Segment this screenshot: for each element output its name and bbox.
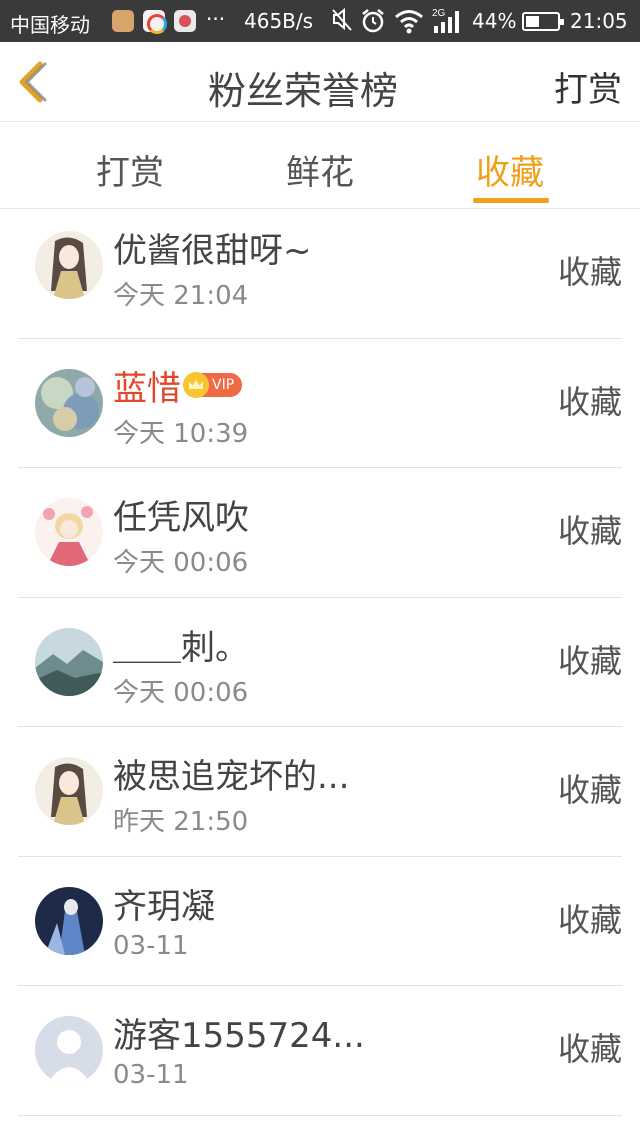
- carrier-label: 中国移动: [10, 13, 90, 37]
- action-label: 收藏: [557, 253, 622, 291]
- app-notification-icon: [174, 10, 196, 32]
- clock: 21:05: [570, 9, 628, 33]
- user-avatar[interactable]: [35, 886, 103, 955]
- collect-time: 今天 00:06: [113, 677, 249, 708]
- list-item[interactable]: 蓝惜 VIP 今天 10:39 收藏: [18, 339, 622, 468]
- battery-percent: 44%: [472, 9, 517, 33]
- mute-icon: [332, 7, 352, 31]
- reward-button[interactable]: 打赏: [554, 62, 622, 111]
- battery-icon: [522, 12, 564, 31]
- user-name: 齐玥凝: [113, 886, 215, 927]
- user-name: 任凭风吹: [113, 498, 249, 538]
- collect-time: 03-11: [113, 1060, 189, 1090]
- user-name: 蓝惜 VIP: [113, 361, 243, 410]
- wifi-icon: [395, 10, 423, 34]
- active-tab-indicator: [473, 198, 549, 203]
- user-avatar[interactable]: [35, 757, 103, 825]
- action-label: 收藏: [557, 512, 622, 550]
- tab-flowers[interactable]: 鲜花: [260, 145, 380, 194]
- collect-time: 昨天 21:50: [113, 807, 249, 837]
- list-item[interactable]: 游客1555724... 03-11 收藏: [18, 986, 622, 1116]
- user-avatar[interactable]: [35, 498, 103, 566]
- list-item[interactable]: 齐玥凝 03-11 收藏: [18, 857, 622, 986]
- action-label: 收藏: [557, 900, 622, 939]
- app-notification-icon: [112, 10, 134, 32]
- action-label: 收藏: [557, 641, 622, 680]
- action-label: 收藏: [557, 382, 622, 421]
- tab-reward[interactable]: 打赏: [70, 145, 190, 194]
- user-avatar[interactable]: [35, 1016, 103, 1084]
- user-name: 游客1555724...: [113, 1016, 365, 1056]
- list-item[interactable]: ＿＿刺。 今天 00:06 收藏: [18, 598, 622, 727]
- list-item[interactable]: 被思追宠坏的... 昨天 21:50 收藏: [18, 727, 622, 857]
- app-header: 粉丝荣誉榜 打赏: [0, 42, 640, 122]
- collect-time: 03-11: [113, 930, 189, 961]
- page-title: 粉丝荣誉榜: [207, 69, 398, 113]
- collect-time: 今天 00:06: [113, 548, 249, 578]
- vip-badge: VIP: [183, 372, 243, 398]
- user-avatar[interactable]: [35, 368, 103, 437]
- collect-time: 今天 10:39: [113, 418, 249, 449]
- user-avatar[interactable]: [35, 627, 103, 696]
- fan-list: 优酱很甜呀~ 今天 21:04 收藏 蓝惜 VIP 今天 10:39 收藏 任凭…: [0, 209, 640, 1116]
- signal-icon: 2G: [432, 8, 459, 33]
- user-name: 被思追宠坏的...: [113, 757, 350, 797]
- user-name: 优酱很甜呀~: [113, 231, 312, 271]
- alarm-icon: [362, 9, 384, 33]
- list-item[interactable]: 任凭风吹 今天 00:06 收藏: [18, 468, 622, 598]
- tab-bar: 打赏 鲜花 收藏: [0, 123, 640, 209]
- crown-icon: [183, 372, 209, 398]
- action-label: 收藏: [557, 1030, 622, 1068]
- user-name-text: 蓝惜: [113, 368, 181, 409]
- vip-badge-label: VIP: [212, 377, 235, 393]
- status-bar: 中国移动 ··· 465B/s 2G 44% 21:05: [0, 0, 640, 42]
- tab-favorites[interactable]: 收藏: [450, 145, 570, 194]
- list-item[interactable]: 优酱很甜呀~ 今天 21:04 收藏: [18, 209, 622, 339]
- action-label: 收藏: [557, 771, 622, 809]
- more-notifications-icon: ···: [206, 7, 226, 31]
- collect-time: 今天 21:04: [113, 281, 249, 311]
- user-name: ＿＿刺。: [113, 627, 249, 668]
- user-avatar[interactable]: [35, 231, 103, 299]
- app-notification-icon: [143, 10, 167, 34]
- network-speed: 465B/s: [244, 9, 314, 33]
- network-type-label: 2G: [432, 8, 446, 19]
